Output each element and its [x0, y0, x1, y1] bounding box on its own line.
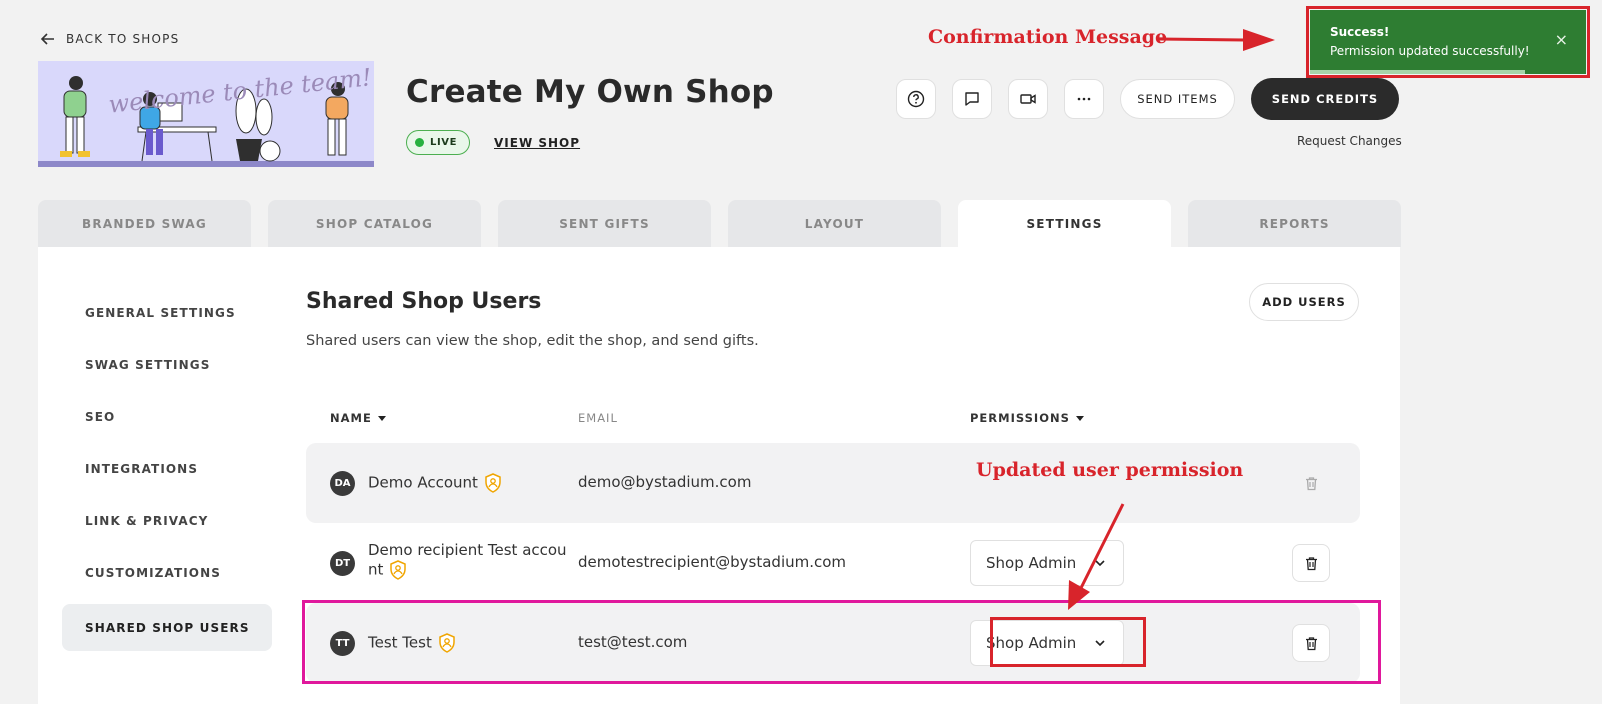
column-name-label: NAME — [330, 411, 372, 425]
page-title: Create My Own Shop — [406, 74, 774, 110]
table-row: DT Demo recipient Test accou nt demotest… — [306, 523, 1360, 603]
video-button[interactable] — [1008, 79, 1048, 119]
annotation-row-highlight — [302, 600, 1381, 684]
section-description: Shared users can view the shop, edit the… — [306, 333, 759, 349]
request-changes-link[interactable]: Request Changes — [1297, 134, 1402, 148]
tab-settings[interactable]: SETTINGS — [958, 200, 1171, 247]
tab-reports[interactable]: REPORTS — [1188, 200, 1401, 247]
arrow-to-toast — [1157, 29, 1275, 51]
live-dot-icon — [415, 138, 424, 147]
chat-icon — [965, 92, 979, 106]
column-header-name[interactable]: NAME — [330, 411, 386, 425]
avatar: DA — [330, 471, 355, 496]
permission-value: Shop Admin — [986, 554, 1077, 572]
delete-user-button[interactable] — [1292, 544, 1330, 582]
annotation-permission-highlight — [990, 617, 1146, 667]
send-credits-button[interactable]: SEND CREDITS — [1251, 78, 1399, 120]
tab-bar: BRANDED SWAG SHOP CATALOG SENT GIFTS LAY… — [38, 200, 1401, 247]
settings-sidebar: GENERAL SETTINGS SWAG SETTINGS SEO INTEG… — [62, 287, 272, 651]
help-icon — [907, 90, 925, 108]
add-users-button[interactable]: ADD USERS — [1249, 283, 1359, 321]
more-options-button[interactable] — [1064, 79, 1104, 119]
sidebar-item-integrations[interactable]: INTEGRATIONS — [62, 443, 272, 495]
permission-select[interactable]: Shop Admin — [970, 540, 1124, 586]
avatar: DT — [330, 551, 355, 576]
help-button[interactable] — [896, 79, 936, 119]
admin-shield-icon — [390, 560, 407, 580]
sidebar-item-customizations[interactable]: CUSTOMIZATIONS — [62, 547, 272, 599]
sidebar-item-general-settings[interactable]: GENERAL SETTINGS — [62, 287, 272, 339]
tab-sent-gifts[interactable]: SENT GIFTS — [498, 200, 711, 247]
column-header-permissions[interactable]: PERMISSIONS — [970, 411, 1084, 425]
user-name-line1: Demo recipient Test accou — [368, 541, 567, 559]
chevron-down-icon — [1095, 560, 1105, 567]
video-camera-icon — [1020, 94, 1036, 104]
tab-branded-swag[interactable]: BRANDED SWAG — [38, 200, 251, 247]
section-title: Shared Shop Users — [306, 289, 542, 314]
user-name-text: Demo Account — [368, 473, 478, 492]
sidebar-item-seo[interactable]: SEO — [62, 391, 272, 443]
user-name: Demo recipient Test accou nt — [368, 541, 568, 580]
user-email: demo@bystadium.com — [578, 473, 752, 491]
admin-shield-icon — [485, 473, 501, 493]
user-name: Demo Account — [368, 473, 502, 493]
column-header-email: EMAIL — [578, 411, 618, 425]
table-row: DA Demo Account demo@bystadium.com — [306, 443, 1360, 523]
back-label: BACK TO SHOPS — [66, 32, 180, 46]
trash-icon — [1305, 476, 1317, 490]
user-name-line2-wrap: nt — [368, 560, 568, 580]
status-label: LIVE — [430, 137, 458, 148]
annotation-toast-highlight — [1306, 6, 1590, 78]
sidebar-item-shared-shop-users[interactable]: SHARED SHOP USERS — [62, 604, 272, 651]
sidebar-item-swag-settings[interactable]: SWAG SETTINGS — [62, 339, 272, 391]
back-to-shops-link[interactable]: BACK TO SHOPS — [40, 31, 179, 47]
tab-layout[interactable]: LAYOUT — [728, 200, 941, 247]
user-email: demotestrecipient@bystadium.com — [578, 553, 847, 571]
sort-caret-icon — [1075, 416, 1084, 421]
delete-user-button — [1292, 464, 1330, 502]
sidebar-item-link-privacy[interactable]: LINK & PRIVACY — [62, 495, 272, 547]
sort-caret-icon — [377, 416, 386, 421]
send-items-button[interactable]: SEND ITEMS — [1120, 79, 1235, 119]
arrow-left-icon — [40, 33, 54, 45]
user-name-line2: nt — [368, 560, 384, 579]
trash-icon — [1305, 556, 1317, 570]
tab-shop-catalog[interactable]: SHOP CATALOG — [268, 200, 481, 247]
status-badge: LIVE — [406, 130, 471, 155]
annotation-updated-label: Updated user permission — [976, 459, 1244, 481]
annotation-confirmation-label: Confirmation Message — [928, 26, 1168, 48]
more-horizontal-icon — [1077, 97, 1091, 101]
chat-button[interactable] — [952, 79, 992, 119]
column-permissions-label: PERMISSIONS — [970, 411, 1070, 425]
shop-banner-image: welcome to the team! — [38, 61, 374, 167]
view-shop-link[interactable]: VIEW SHOP — [494, 136, 580, 150]
